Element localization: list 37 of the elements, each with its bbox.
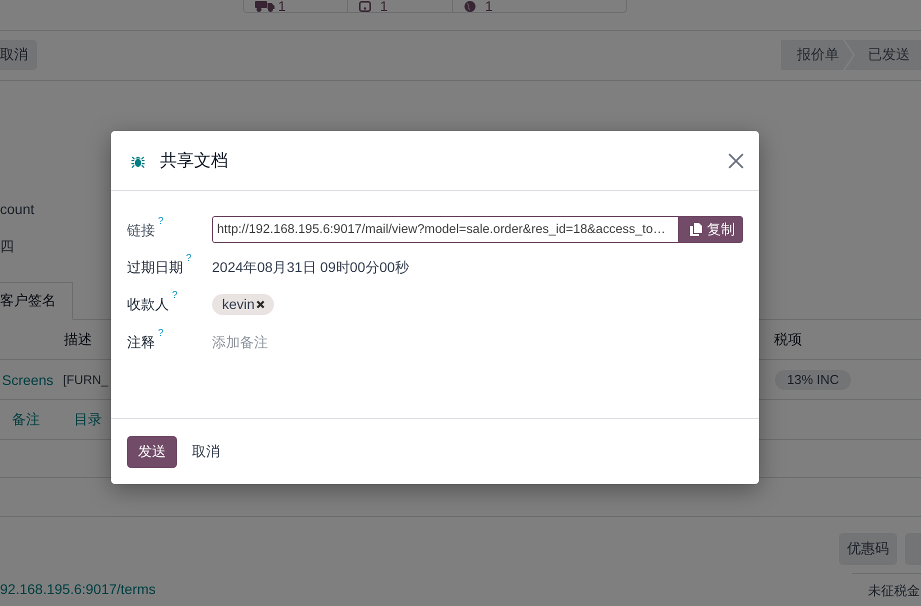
field-label: 注释 [127, 332, 155, 352]
bug-icon [131, 154, 145, 168]
help-mark: ? [172, 291, 178, 301]
product-link[interactable]: Screens [2, 372, 54, 388]
coupon-button[interactable]: 优惠码 [839, 533, 897, 565]
send-button[interactable]: 发送 [127, 436, 177, 468]
help-mark: ? [158, 328, 164, 338]
field-label: 链接 [127, 220, 155, 240]
tablet-icon [359, 1, 371, 12]
help-mark: ? [186, 254, 192, 264]
copy-button[interactable]: 复制 [678, 216, 743, 243]
field-text: 四 [0, 237, 14, 255]
field-label: 收款人 [127, 295, 169, 314]
table-cell: [FURN_ [63, 372, 108, 386]
url-field[interactable]: http://192.168.195.6:9017/mail/view?model=sale.order&res_id=18&access_to… [212, 216, 678, 243]
column-header: 税项 [774, 330, 802, 348]
help-mark: ? [158, 216, 164, 226]
close-icon[interactable] [728, 152, 744, 168]
field-text: count [0, 200, 34, 218]
total-label: 未征税金 [868, 583, 920, 598]
note-field[interactable]: 添加备注 [212, 330, 743, 352]
remove-icon[interactable] [256, 300, 265, 308]
terms-link[interactable]: 92.168.195.6:9017/terms [0, 580, 156, 598]
copy-icon [690, 223, 702, 236]
recipient-tag[interactable]: kevin [212, 294, 274, 314]
row-action-link[interactable]: 备注 [12, 410, 40, 428]
tax-tag: 13% INC [775, 370, 852, 390]
dialog-title: 共享文档 [160, 150, 228, 172]
field-label: 过期日期 [127, 258, 183, 276]
field-value: 2024年08月31日 09时00分00秒 [212, 258, 409, 276]
status-step[interactable]: 已发送 [845, 40, 921, 70]
cancel-button[interactable]: 取消 [0, 40, 37, 70]
globe-icon [464, 1, 476, 12]
tab[interactable]: 客户签名 [0, 282, 73, 320]
truck-icon [255, 1, 275, 12]
column-header: 描述 [64, 330, 92, 348]
row-action-link[interactable]: 目录 [74, 410, 102, 428]
